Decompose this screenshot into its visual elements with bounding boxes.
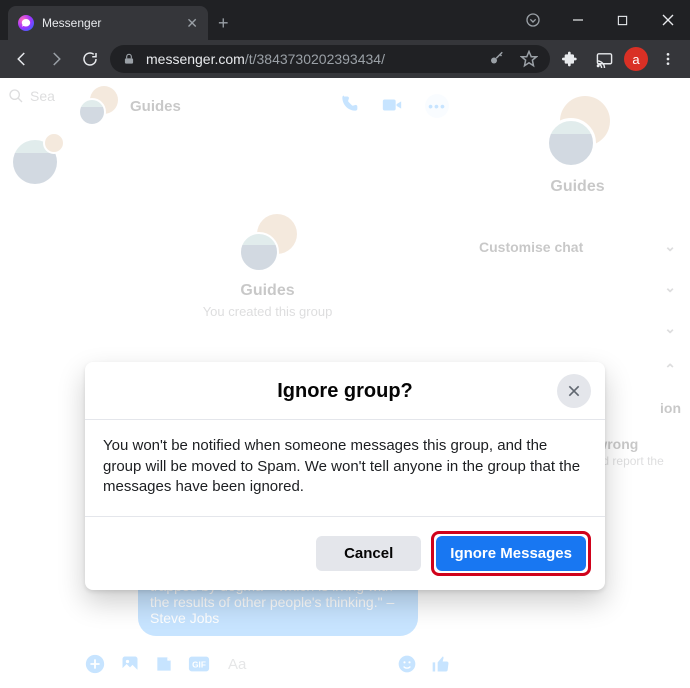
cancel-button[interactable]: Cancel	[316, 536, 421, 571]
dialog-header: Ignore group?	[85, 362, 605, 420]
dialog-body: You won't be notified when someone messa…	[85, 420, 605, 517]
new-tab-button[interactable]: +	[218, 14, 229, 32]
ignore-group-dialog: Ignore group? You won't be notified when…	[85, 362, 605, 590]
lock-icon	[122, 52, 136, 66]
browser-titlebar: Messenger ✕ +	[0, 0, 690, 40]
url-text: messenger.com/t/3843730202393434/	[146, 51, 385, 67]
close-icon	[566, 383, 582, 399]
tab-close-icon[interactable]: ✕	[186, 15, 198, 32]
browser-tab[interactable]: Messenger ✕	[8, 6, 208, 40]
reload-button[interactable]	[76, 45, 104, 73]
ignore-messages-button[interactable]: Ignore Messages	[436, 536, 586, 571]
profile-avatar-button[interactable]: a	[624, 47, 648, 71]
forward-button[interactable]	[42, 45, 70, 73]
bookmark-star-icon[interactable]	[520, 50, 538, 68]
profile-dropdown-icon[interactable]	[519, 6, 547, 34]
dialog-close-button[interactable]	[557, 374, 591, 408]
back-button[interactable]	[8, 45, 36, 73]
dialog-title: Ignore group?	[135, 380, 555, 403]
address-bar[interactable]: messenger.com/t/3843730202393434/	[110, 45, 550, 73]
chrome-menu-icon[interactable]	[654, 45, 682, 73]
window-close-button[interactable]	[645, 0, 690, 40]
messenger-favicon	[18, 15, 34, 31]
cast-icon[interactable]	[590, 45, 618, 73]
browser-toolbar: messenger.com/t/3843730202393434/ a	[0, 40, 690, 78]
window-maximize-button[interactable]	[600, 0, 645, 40]
extensions-icon[interactable]	[556, 45, 584, 73]
dialog-footer: Cancel Ignore Messages	[85, 517, 605, 590]
password-key-icon[interactable]	[488, 50, 506, 68]
highlight-annotation: Ignore Messages	[431, 531, 591, 576]
window-minimize-button[interactable]	[555, 0, 600, 40]
tab-title: Messenger	[42, 16, 178, 30]
